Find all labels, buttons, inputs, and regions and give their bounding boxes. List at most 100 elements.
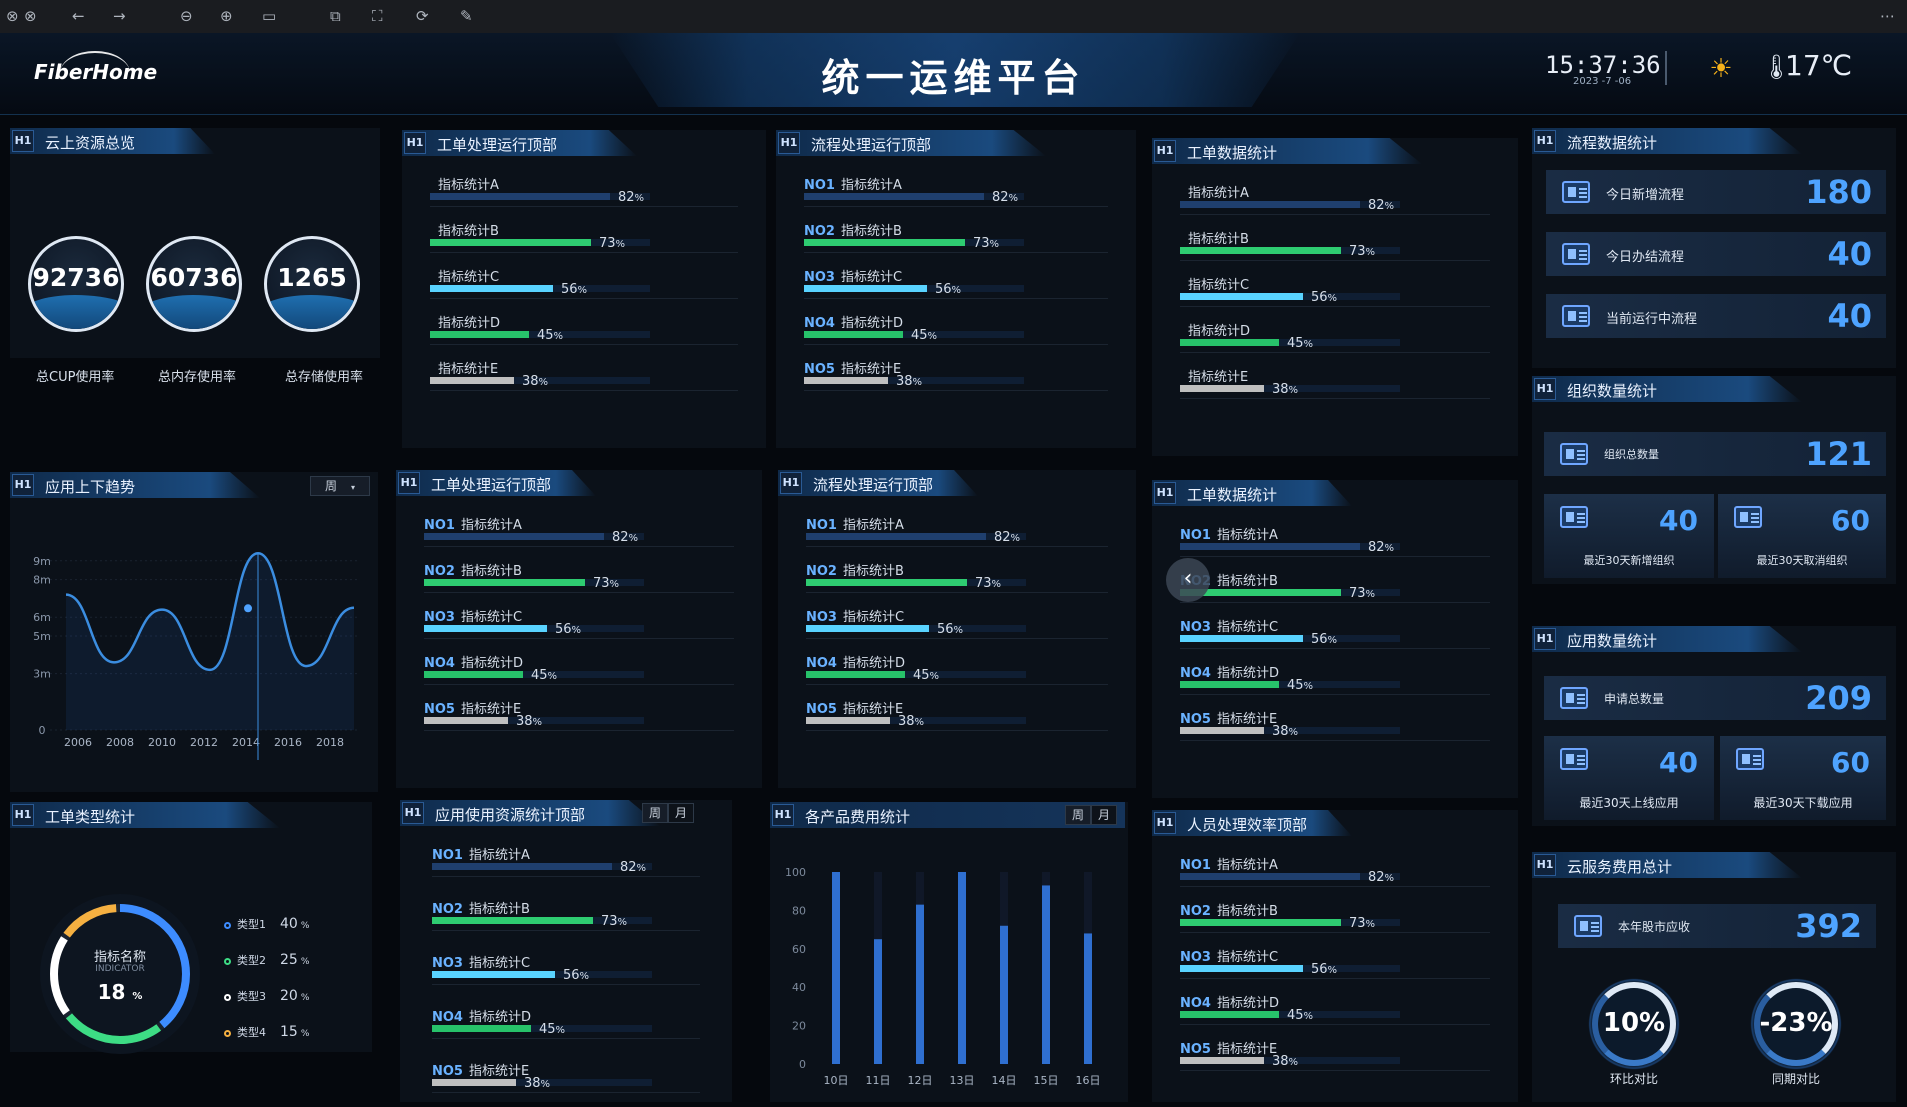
x-tick-label: 11日 — [866, 1074, 891, 1087]
donut-svg — [50, 904, 190, 1044]
bar-percent: 82% — [620, 860, 646, 875]
legend-unit: % — [300, 993, 310, 1003]
cost-bar[interactable] — [874, 939, 882, 1064]
tab-week[interactable]: 周 — [1065, 805, 1091, 825]
bar-label: NO5 指标统计E — [806, 698, 903, 717]
org-cancel-card[interactable]: 60 最近30天取消组织 — [1718, 494, 1886, 578]
percent-value: 38 — [1272, 1054, 1289, 1069]
legend-item: 类型4 15% — [224, 1024, 309, 1040]
rank-number: NO1 — [432, 848, 463, 863]
bar-label: NO5 指标统计E — [424, 698, 521, 717]
bar-percent: 56% — [937, 622, 963, 637]
donut-value-wrap: 18 % — [40, 980, 200, 1004]
bar-label: 指标统计A — [438, 174, 499, 193]
forward-arrow-icon[interactable]: → — [113, 6, 126, 26]
rank-number: NO5 — [1180, 1042, 1211, 1057]
magic-icon[interactable]: ✎ — [460, 6, 473, 26]
stat-card-running[interactable]: 当前运行中流程 40 — [1546, 294, 1886, 338]
y-tick-label: 80 — [792, 904, 806, 917]
percent-value: 56 — [561, 282, 578, 297]
bar-label: NO5 指标统计E — [1180, 1038, 1277, 1057]
bar-list-panel: H1 应用使用资源统计顶部 周月 NO1 指标统计A 82% NO2 指标统计B 73% NO3 指… — [400, 800, 732, 1102]
bar-fill — [1180, 681, 1279, 688]
x-tick-label: 16日 — [1076, 1074, 1101, 1087]
metric-name: 指标统计D — [1216, 666, 1279, 681]
bar-fill — [804, 377, 888, 384]
y-tick-label: 5m — [33, 630, 51, 643]
screenshot-icon[interactable]: ⛶ — [372, 6, 383, 26]
tab-month[interactable]: 月 — [668, 803, 694, 823]
panel-title: 流程处理运行顶部 — [811, 136, 932, 154]
bar-percent: 38% — [898, 714, 924, 729]
hover-point[interactable] — [244, 604, 252, 613]
close-icon[interactable]: ⊗ — [24, 6, 37, 26]
metric-name: 指标统计E — [460, 702, 522, 717]
percent-value: 82 — [1368, 540, 1385, 555]
bar-percent: 82% — [612, 530, 638, 545]
rank-number: NO2 — [1180, 904, 1211, 919]
bar-track — [1180, 635, 1400, 642]
rank-number: NO5 — [432, 1064, 463, 1079]
metric-name: 指标统计C — [438, 270, 500, 285]
card-label: 最近30天取消组织 — [1756, 554, 1848, 567]
app-download-card[interactable]: 60 最近30天下载应用 — [1720, 736, 1886, 820]
cost-bar[interactable] — [958, 872, 966, 1064]
metric-name: 指标统计C — [1216, 950, 1279, 965]
cost-bar[interactable] — [1042, 885, 1050, 1064]
x-tick-label: 2018 — [316, 736, 344, 749]
bar-fill — [430, 377, 514, 384]
fit-icon[interactable]: ▭ — [262, 6, 276, 26]
rank-number: NO4 — [1180, 996, 1211, 1011]
row-divider — [424, 684, 734, 685]
percent-unit: % — [540, 1079, 551, 1090]
back-arrow-icon[interactable]: ← — [72, 6, 85, 26]
card-value: 40 — [1659, 504, 1698, 537]
book-icon — [1560, 506, 1588, 528]
app-stats-panel: H1 应用数量统计 申请总数量 209 40 最近30天上线应用 60 最近30天下载应… — [1532, 626, 1896, 826]
bar-percent: 73% — [973, 236, 999, 251]
percent-value: 45 — [537, 328, 554, 343]
zoom-in-icon[interactable]: ⊕ — [220, 6, 233, 26]
bar-percent: 73% — [599, 236, 625, 251]
cost-bar[interactable] — [832, 872, 840, 1064]
period-select[interactable]: 周 ▾ — [310, 476, 370, 496]
org-new-card[interactable]: 40 最近30天新增组织 — [1544, 494, 1714, 578]
bar-fill — [1180, 727, 1264, 734]
tab-week[interactable]: 周 — [642, 803, 668, 823]
row-divider — [430, 252, 738, 253]
panel-header: H1 工单类型统计 — [10, 802, 280, 828]
more-icon[interactable]: ⋯ — [1880, 6, 1895, 26]
rank-number: NO2 — [432, 902, 463, 917]
row-divider — [430, 206, 738, 207]
cost-bar[interactable] — [1000, 925, 1008, 1064]
app-total-card[interactable]: 申请总数量 209 — [1544, 676, 1886, 720]
close-icon[interactable]: ⊗ — [6, 6, 19, 26]
app-online-card[interactable]: 40 最近30天上线应用 — [1544, 736, 1714, 820]
zoom-out-icon[interactable]: ⊖ — [180, 6, 193, 26]
cost-total-card[interactable]: 本年股市应收 392 — [1558, 904, 1876, 948]
row-divider — [432, 1092, 700, 1093]
bar-percent: 82% — [618, 190, 644, 205]
donut-chart: 指标名称 INDICATOR 18 % — [40, 894, 200, 1054]
org-total-card[interactable]: 组织总数量 121 — [1544, 432, 1886, 476]
bar-label: NO3 指标统计C — [806, 606, 904, 625]
row-divider — [424, 638, 734, 639]
copy-icon[interactable]: ⧉ — [330, 6, 341, 26]
panel-title: 云服务费用总计 — [1567, 858, 1673, 876]
percent-value: 82 — [1368, 870, 1385, 885]
rank-number: NO5 — [424, 702, 455, 717]
h1-badge: H1 — [1154, 812, 1176, 834]
bar-percent: 56% — [1311, 962, 1337, 977]
rotate-icon[interactable]: ⟳ — [416, 6, 429, 26]
x-tick-label: 12日 — [908, 1074, 933, 1087]
percent-unit: % — [1303, 339, 1314, 350]
chevron-left-icon[interactable]: ‹ — [1166, 558, 1210, 602]
tab-month[interactable]: 月 — [1091, 805, 1117, 825]
rank-number: NO4 — [1180, 666, 1211, 681]
cost-bar[interactable] — [916, 904, 924, 1064]
cost-bar[interactable] — [1084, 933, 1092, 1064]
stat-card-done[interactable]: 今日办结流程 40 — [1546, 232, 1886, 276]
h1-badge: H1 — [1534, 854, 1556, 876]
stat-card-new[interactable]: 今日新增流程 180 — [1546, 170, 1886, 214]
row-divider — [1180, 398, 1490, 399]
